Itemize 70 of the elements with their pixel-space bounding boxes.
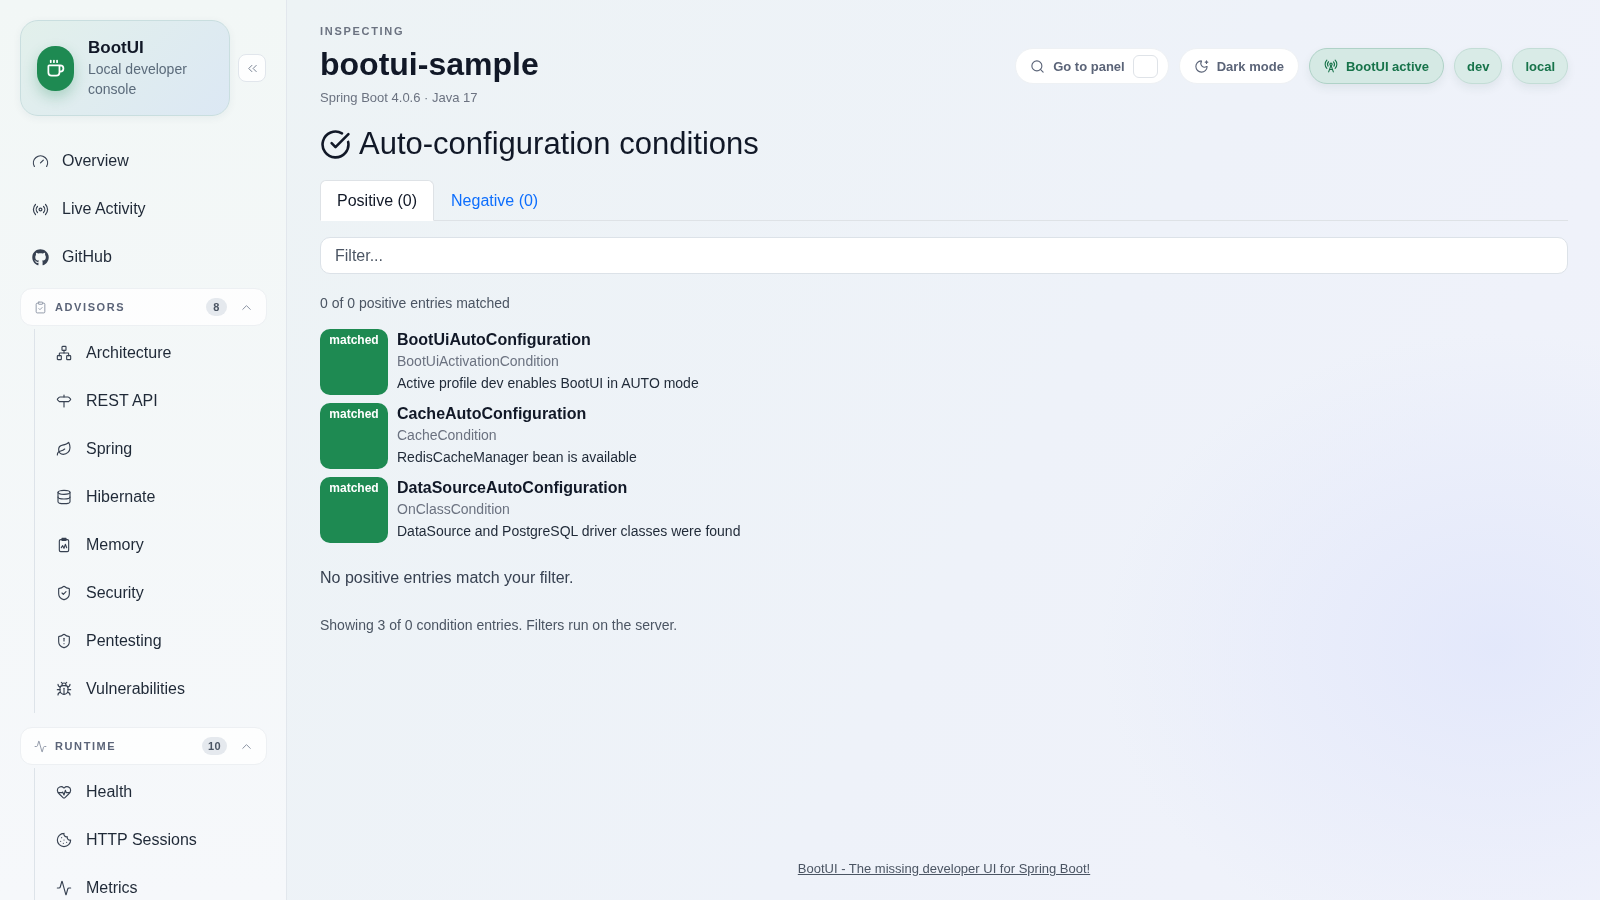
- condition-name: CacheCondition: [397, 426, 498, 445]
- nav-item[interactable]: GitHub: [20, 233, 266, 281]
- radio-tower-icon: [1323, 59, 1338, 73]
- nav-item[interactable]: Live Activity: [20, 185, 266, 233]
- config-name: CacheAutoConfiguration: [397, 404, 588, 424]
- nav-item[interactable]: Hibernate: [35, 473, 266, 521]
- brand-subtitle: Local developer console: [88, 60, 188, 99]
- count-badge: 10: [201, 737, 227, 755]
- clipboard-pulse-icon: [56, 537, 72, 553]
- search-icon: [1030, 58, 1046, 74]
- coffee-cup-icon: [37, 45, 74, 91]
- nav-item[interactable]: Health: [35, 768, 266, 816]
- app-name: bootui-sample: [320, 45, 539, 84]
- brand-name: BootUI: [88, 37, 145, 59]
- bug-icon: [56, 681, 72, 697]
- nav-item[interactable]: Overview: [20, 137, 266, 185]
- clipboard-check-icon: [34, 300, 47, 314]
- nav-item[interactable]: Architecture: [35, 329, 266, 377]
- condition-message: DataSource and PostgreSQL driver classes were found: [397, 522, 741, 541]
- profile-tag: dev: [1453, 48, 1503, 84]
- nav-item[interactable]: Pentesting: [35, 617, 266, 665]
- nav-item[interactable]: Spring: [35, 425, 266, 473]
- github-icon: [32, 248, 49, 266]
- config-name: BootUiAutoConfiguration: [397, 330, 592, 350]
- shield-alert-icon: [56, 633, 72, 649]
- section-toggle[interactable]: ADVISORS 8: [20, 288, 267, 326]
- nav-item[interactable]: Vulnerabilities: [35, 665, 266, 713]
- page-title: Auto-configuration conditions: [359, 125, 759, 163]
- nav-item[interactable]: HTTP Sessions: [35, 816, 266, 864]
- condition-name: BootUiActivationCondition: [397, 352, 560, 371]
- nav-item[interactable]: Security: [35, 569, 266, 617]
- match-summary: 0 of 0 positive entries matched: [320, 294, 511, 312]
- moon-star-icon: [1193, 58, 1209, 74]
- circle-check-icon: [320, 128, 351, 160]
- footer-link[interactable]: BootUI - The missing developer UI for Spring Boot!: [797, 860, 1091, 878]
- tab[interactable]: Positive (0): [320, 180, 435, 221]
- gauge-icon: [32, 152, 49, 170]
- nav-item[interactable]: Metrics: [35, 864, 266, 900]
- empty-message: No positive entries match your filter.: [320, 568, 575, 588]
- config-name: DataSourceAutoConfiguration: [397, 478, 629, 498]
- nav-item[interactable]: Memory: [35, 521, 266, 569]
- signpost-icon: [56, 393, 72, 409]
- nav-item[interactable]: REST API: [35, 377, 266, 425]
- condition-name: OnClassCondition: [397, 500, 511, 519]
- condition-message: Active profile dev enables BootUI in AUTO mode: [397, 374, 699, 393]
- network-icon: [56, 345, 72, 361]
- heart-pulse-icon: [56, 784, 72, 800]
- version-info: Spring Boot 4.0.6 · Java 17: [320, 89, 479, 107]
- tab[interactable]: Negative (0): [434, 180, 556, 221]
- cookie-icon: [56, 832, 72, 848]
- pulse-icon: [56, 880, 72, 896]
- eyebrow-label: INSPECTING: [320, 24, 406, 38]
- pulse-icon: [34, 739, 47, 753]
- leaf-icon: [56, 441, 72, 457]
- filter-input[interactable]: Filter...: [320, 237, 1568, 274]
- database-icon: [56, 489, 72, 505]
- theme-toggle-button[interactable]: Dark mode: [1178, 48, 1299, 84]
- status-badge: matched: [320, 477, 388, 543]
- key-box-icon: [1132, 54, 1158, 78]
- section-toggle[interactable]: RUNTIME 10: [20, 727, 267, 765]
- status-badge: matched: [320, 403, 388, 469]
- status-pill: BootUI active: [1308, 48, 1444, 84]
- status-badge: matched: [320, 329, 388, 395]
- profile-tag: local: [1512, 48, 1568, 84]
- condition-message: RedisCacheManager bean is available: [397, 448, 637, 467]
- count-badge: 8: [206, 298, 227, 316]
- go-to-panel-button[interactable]: Go to panel: [1015, 48, 1169, 84]
- collapse-sidebar-button[interactable]: [238, 54, 266, 82]
- shield-check-icon: [56, 585, 72, 601]
- footnote: Showing 3 of 0 condition entries. Filters run on the server.: [320, 616, 679, 634]
